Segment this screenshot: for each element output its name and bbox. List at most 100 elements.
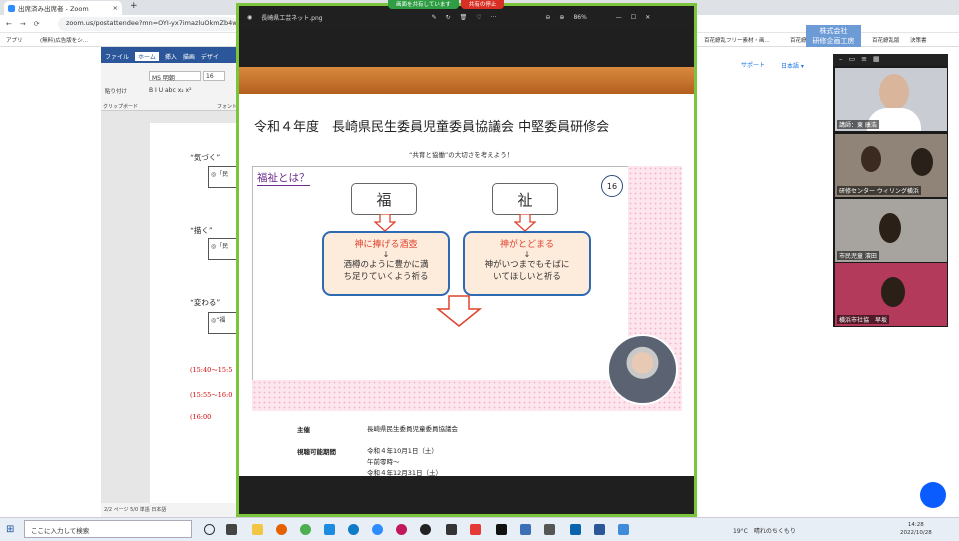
- app-icon[interactable]: [396, 524, 407, 535]
- minimize-icon[interactable]: —: [616, 14, 622, 21]
- participant-tile[interactable]: 市民児童 濱田: [835, 199, 947, 262]
- clock-time: 14:28: [907, 522, 924, 528]
- participant-tile[interactable]: 講師：東 康浩: [835, 68, 947, 131]
- font-group-label: フォント: [217, 104, 238, 110]
- task-view-icon[interactable]: [226, 524, 237, 535]
- card-text: 神がいつまでもそばに: [484, 260, 570, 270]
- word-tab-file[interactable]: ファイル: [105, 52, 129, 61]
- participant-name: 横浜市社協 早坂: [837, 315, 890, 324]
- chat-button[interactable]: [920, 482, 946, 508]
- poster-subtitle: “共育と協働”の大切さを考えよう！: [409, 151, 514, 159]
- zoom-icon: [8, 4, 15, 12]
- word-tab-home[interactable]: ホーム: [135, 52, 159, 61]
- back-icon[interactable]: ←: [6, 20, 12, 28]
- more-icon[interactable]: ···: [491, 14, 497, 21]
- close-icon[interactable]: ✕: [645, 14, 650, 21]
- edit-icon[interactable]: ✎: [432, 14, 437, 21]
- participant-tile[interactable]: 研修センター ウィリング横浜: [835, 134, 947, 197]
- tab-title: 出席済み出席者 - Zoom: [18, 5, 89, 13]
- app-icon[interactable]: [470, 524, 481, 535]
- view-icon[interactable]: ▭: [849, 55, 856, 65]
- participant-name: 市民児童 濱田: [837, 251, 879, 260]
- font-name-select[interactable]: MS 明朝: [149, 71, 201, 82]
- slide-heading: 福祉とは？: [257, 172, 310, 186]
- language-select[interactable]: 日本語 ▾: [781, 61, 804, 70]
- card-heading: 神がとどまる: [499, 240, 554, 250]
- zoom-out-icon[interactable]: ⊖: [545, 14, 550, 21]
- favorite-icon[interactable]: ♡: [476, 14, 481, 21]
- word-ribbon-tabs: ファイル ホーム 挿入 描画 デザイ: [101, 50, 241, 63]
- forward-icon[interactable]: →: [20, 20, 26, 28]
- photos-icon[interactable]: [618, 524, 629, 535]
- card-arrow: ↓: [382, 250, 390, 259]
- viewer-toolbar: ◉ 長崎県工芸ネット.png ✎ ↻ 🗑 ♡ ··· ⊖ ⊕ 86% — ☐ ✕: [239, 6, 694, 28]
- skype-icon[interactable]: [324, 524, 335, 535]
- bookmark-apps[interactable]: アプリ: [6, 36, 23, 44]
- list-icon[interactable]: ≡: [861, 55, 867, 65]
- edge-icon[interactable]: [348, 524, 359, 535]
- weather-widget[interactable]: 19°C 晴れのちくもり: [733, 526, 796, 535]
- cortana-icon[interactable]: [204, 524, 215, 535]
- participant-face: [879, 74, 909, 110]
- participant-face: [879, 213, 901, 243]
- card-text: いてほしいと祈る: [493, 272, 561, 282]
- zoom-in-icon[interactable]: ⊕: [559, 14, 564, 21]
- info-value: 令和４年10月1日（土）: [367, 447, 438, 455]
- maximize-icon[interactable]: ☐: [631, 14, 636, 21]
- minimize-icon[interactable]: –: [839, 55, 843, 65]
- rotate-icon[interactable]: ↻: [446, 14, 451, 21]
- delete-icon[interactable]: 🗑: [460, 14, 468, 21]
- chrome-icon[interactable]: [300, 524, 311, 535]
- outlook-icon[interactable]: [570, 524, 581, 535]
- clipboard-group-label: クリップボード: [103, 104, 139, 110]
- zoom-taskbar-icon[interactable]: [372, 524, 383, 535]
- participant-face: [861, 146, 881, 172]
- big-down-arrow-icon: [436, 295, 482, 327]
- close-icon[interactable]: ×: [113, 4, 118, 12]
- paste-button[interactable]: 貼り付け: [105, 87, 127, 95]
- participant-tile[interactable]: 横浜市社協 早坂: [835, 263, 947, 326]
- bookmark-item[interactable]: (無料)広告版をシ...: [40, 36, 88, 44]
- taskbar-search[interactable]: ここに入力して検索: [24, 520, 192, 538]
- down-arrow-icon: [514, 214, 536, 232]
- participant-name: 研修センター ウィリング横浜: [837, 186, 921, 195]
- reload-icon[interactable]: ⟳: [34, 20, 40, 28]
- grid-icon[interactable]: ▦: [873, 55, 880, 65]
- card-text: 酒樽のように豊かに満: [343, 260, 429, 270]
- word-page[interactable]: “気づく” ◎「民 “描く” ◎「民 “変わる” ◎“福 (15:40～15:5…: [150, 123, 241, 503]
- font-size-select[interactable]: 16: [203, 71, 225, 81]
- stop-share-button[interactable]: 共有の停止: [460, 0, 505, 9]
- browser-tab[interactable]: 出席済み出席者 - Zoom ×: [4, 1, 122, 15]
- app-icon[interactable]: [420, 524, 431, 535]
- app-icon[interactable]: [446, 524, 457, 535]
- support-link[interactable]: サポート: [741, 60, 765, 69]
- format-buttons[interactable]: B I U abc x₂ x²: [149, 87, 192, 94]
- explorer-icon[interactable]: [252, 524, 263, 535]
- bookmark-item[interactable]: 百花繚乱版: [872, 36, 900, 44]
- card-arrow: ↓: [523, 250, 531, 259]
- info-value: 午前零時～: [367, 458, 400, 466]
- app-icon[interactable]: [496, 524, 507, 535]
- windows-start-icon[interactable]: ⊞: [6, 524, 14, 535]
- taskbar-clock[interactable]: 14:28 2022/10/28: [900, 521, 932, 537]
- word-icon[interactable]: [594, 524, 605, 535]
- word-tab-draw[interactable]: 描画: [183, 52, 195, 61]
- clock-date: 2022/10/28: [900, 530, 932, 536]
- word-tab-insert[interactable]: 挿入: [165, 52, 177, 61]
- camera-icon[interactable]: [544, 524, 555, 535]
- company-badge: 株式会社 研修企画工房: [806, 25, 861, 47]
- card-heading: 神に捧げる酒壺: [354, 240, 418, 250]
- poster-info: 主催 長崎県民生委員児童委員協議会 視聴可能期間 令和４年10月1日（土） 午前…: [239, 415, 694, 477]
- doc-time: (16:00: [190, 413, 212, 421]
- word-tab-design[interactable]: デザイ: [201, 52, 219, 61]
- url-input[interactable]: zoom.us/postattendee?mn=OYI-yx7imazluOkm…: [58, 17, 238, 31]
- meaning-card: 神に捧げる酒壺 ↓ 酒樽のように豊かに満 ち足りていくよう祈る: [322, 231, 450, 296]
- app-icon[interactable]: [520, 524, 531, 535]
- share-status[interactable]: 画面を共有しています: [388, 0, 459, 9]
- new-tab-button[interactable]: +: [130, 1, 138, 11]
- bookmark-item[interactable]: 決策書: [910, 36, 927, 44]
- firefox-icon[interactable]: [276, 524, 287, 535]
- bookmark-item[interactable]: 百花繚乱フリー素材・画...: [704, 36, 770, 44]
- info-label: 主催: [297, 426, 310, 434]
- doc-time: (15:40～15:5: [190, 366, 233, 374]
